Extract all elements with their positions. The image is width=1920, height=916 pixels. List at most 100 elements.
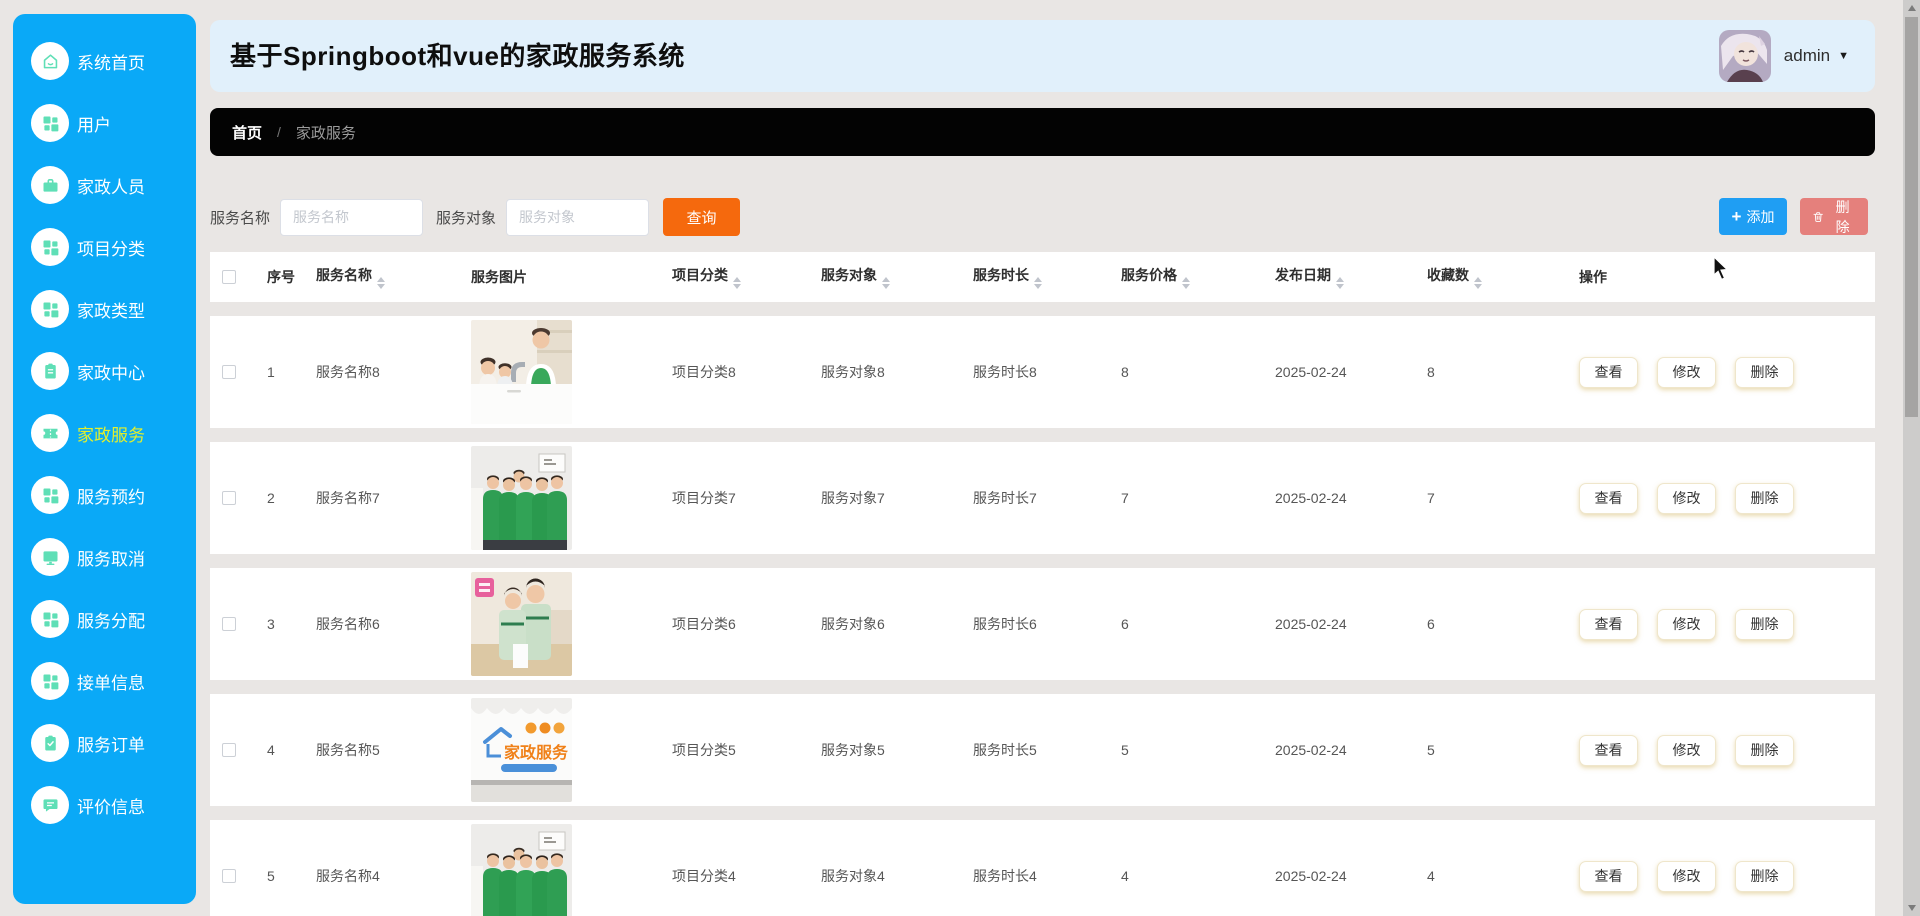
sidebar-item-service-booking[interactable]: 服务预约	[13, 464, 196, 526]
sidebar-item-service-center[interactable]: 家政中心	[13, 340, 196, 402]
service-target-input[interactable]	[506, 198, 650, 236]
delete-row-button[interactable]: 删除	[1735, 482, 1794, 514]
sort-carets-icon[interactable]	[733, 277, 741, 289]
sort-carets-icon[interactable]	[1474, 277, 1482, 289]
delete-button[interactable]: 删除	[1800, 198, 1868, 235]
row-checkbox[interactable]	[222, 617, 236, 631]
row-checkbox[interactable]	[222, 869, 236, 883]
plus-icon: +	[1731, 206, 1742, 226]
table-header-row: 序号 服务名称 服务图片 项目分类 服务对象 服务时长 服务价格 发布日期 收藏…	[210, 252, 1875, 302]
sidebar-item-label: 用户	[77, 115, 111, 135]
edit-button[interactable]: 修改	[1657, 356, 1716, 388]
view-button[interactable]: 查看	[1579, 482, 1638, 514]
service-price: 7	[1121, 490, 1129, 506]
delete-row-button[interactable]: 删除	[1735, 608, 1794, 640]
sidebar-item-users[interactable]: 用户	[13, 92, 196, 154]
sidebar-item-label: 评价信息	[77, 797, 145, 817]
caret-down-icon[interactable]: ▼	[1838, 50, 1849, 62]
sidebar-item-project-category[interactable]: 项目分类	[13, 216, 196, 278]
row-index: 3	[267, 616, 275, 632]
column-header-price[interactable]: 服务价格	[1109, 265, 1263, 289]
header: 基于Springboot和vue的家政服务系统 admin ▼	[210, 20, 1875, 92]
service-name-input[interactable]	[280, 198, 424, 236]
avatar[interactable]	[1718, 30, 1771, 82]
sort-carets-icon[interactable]	[1336, 277, 1344, 289]
clipboard-icon	[31, 352, 69, 390]
sort-carets-icon[interactable]	[1182, 277, 1190, 289]
favorites-count: 7	[1427, 490, 1435, 506]
service-duration: 服务时长4	[973, 868, 1037, 884]
vertical-scrollbar[interactable]	[1903, 0, 1920, 916]
sort-carets-icon[interactable]	[377, 277, 385, 289]
user-menu[interactable]: admin ▼	[1718, 30, 1849, 82]
service-target: 服务对象8	[821, 364, 885, 380]
toolbar: + 添加 删除	[1719, 198, 1868, 235]
svg-text:家政服务: 家政服务	[504, 743, 569, 762]
edit-button[interactable]: 修改	[1657, 482, 1716, 514]
row-index: 2	[267, 490, 275, 506]
grid-icon	[31, 290, 69, 328]
service-duration: 服务时长8	[973, 364, 1037, 380]
table-row: 4 服务名称5 家政服务 项目分类5 服务对象5 服务时长5 5 2025-02…	[210, 694, 1875, 806]
sidebar-item-label: 接单信息	[77, 673, 145, 693]
select-all-checkbox[interactable]	[222, 270, 236, 284]
grid-icon	[31, 476, 69, 514]
sidebar-item-reviews[interactable]: 评价信息	[13, 774, 196, 836]
grid-icon	[31, 104, 69, 142]
delete-row-button[interactable]: 删除	[1735, 860, 1794, 892]
view-button[interactable]: 查看	[1579, 860, 1638, 892]
view-button[interactable]: 查看	[1579, 356, 1638, 388]
publish-date: 2025-02-24	[1275, 742, 1347, 758]
delete-row-button[interactable]: 删除	[1735, 734, 1794, 766]
publish-date: 2025-02-24	[1275, 490, 1347, 506]
sidebar-item-label: 项目分类	[77, 239, 145, 259]
add-button[interactable]: + 添加	[1719, 198, 1787, 235]
column-header-favorites[interactable]: 收藏数	[1415, 265, 1567, 289]
row-checkbox[interactable]	[222, 365, 236, 379]
service-name: 服务名称8	[316, 364, 380, 380]
view-button[interactable]: 查看	[1579, 608, 1638, 640]
search-button[interactable]: 查询	[663, 198, 741, 236]
column-header-actions: 操作	[1579, 269, 1607, 285]
view-button[interactable]: 查看	[1579, 734, 1638, 766]
service-category: 项目分类8	[672, 364, 736, 380]
sidebar-item-label: 服务取消	[77, 549, 145, 569]
column-header-duration[interactable]: 服务时长	[961, 265, 1109, 289]
scroll-down-arrow-icon[interactable]	[1903, 900, 1920, 916]
sidebar-item-staff[interactable]: 家政人员	[13, 154, 196, 216]
favorites-count: 4	[1427, 868, 1435, 884]
services-table: 序号 服务名称 服务图片 项目分类 服务对象 服务时长 服务价格 发布日期 收藏…	[210, 252, 1875, 916]
delete-row-button[interactable]: 删除	[1735, 356, 1794, 388]
grid-icon	[31, 228, 69, 266]
edit-button[interactable]: 修改	[1657, 608, 1716, 640]
breadcrumb-separator: /	[277, 124, 281, 140]
edit-button[interactable]: 修改	[1657, 860, 1716, 892]
column-header-name[interactable]: 服务名称	[304, 265, 459, 289]
sort-carets-icon[interactable]	[1034, 277, 1042, 289]
sidebar-item-service-cancel[interactable]: 服务取消	[13, 526, 196, 588]
favorites-count: 8	[1427, 364, 1435, 380]
breadcrumb-home-link[interactable]: 首页	[232, 122, 262, 143]
service-target: 服务对象7	[821, 490, 885, 506]
sidebar-item-system-home[interactable]: 系统首页	[13, 30, 196, 92]
publish-date: 2025-02-24	[1275, 868, 1347, 884]
sidebar-item-label: 家政中心	[77, 363, 145, 383]
sidebar-item-service[interactable]: 家政服务	[13, 402, 196, 464]
edit-button[interactable]: 修改	[1657, 734, 1716, 766]
column-header-date[interactable]: 发布日期	[1263, 265, 1415, 289]
page-title: 基于Springboot和vue的家政服务系统	[230, 41, 685, 71]
breadcrumb-current: 家政服务	[295, 124, 356, 142]
favorites-count: 5	[1427, 742, 1435, 758]
scrollbar-thumb[interactable]	[1905, 17, 1918, 417]
sidebar-item-service-type[interactable]: 家政类型	[13, 278, 196, 340]
sidebar-item-order-taking[interactable]: 接单信息	[13, 650, 196, 712]
row-checkbox[interactable]	[222, 491, 236, 505]
column-header-category[interactable]: 项目分类	[660, 265, 809, 289]
scroll-up-arrow-icon[interactable]	[1903, 0, 1920, 16]
row-checkbox[interactable]	[222, 743, 236, 757]
sort-carets-icon[interactable]	[882, 277, 890, 289]
service-target-label: 服务对象	[436, 209, 497, 227]
column-header-target[interactable]: 服务对象	[809, 265, 961, 289]
sidebar-item-service-orders[interactable]: 服务订单	[13, 712, 196, 774]
sidebar-item-service-assign[interactable]: 服务分配	[13, 588, 196, 650]
